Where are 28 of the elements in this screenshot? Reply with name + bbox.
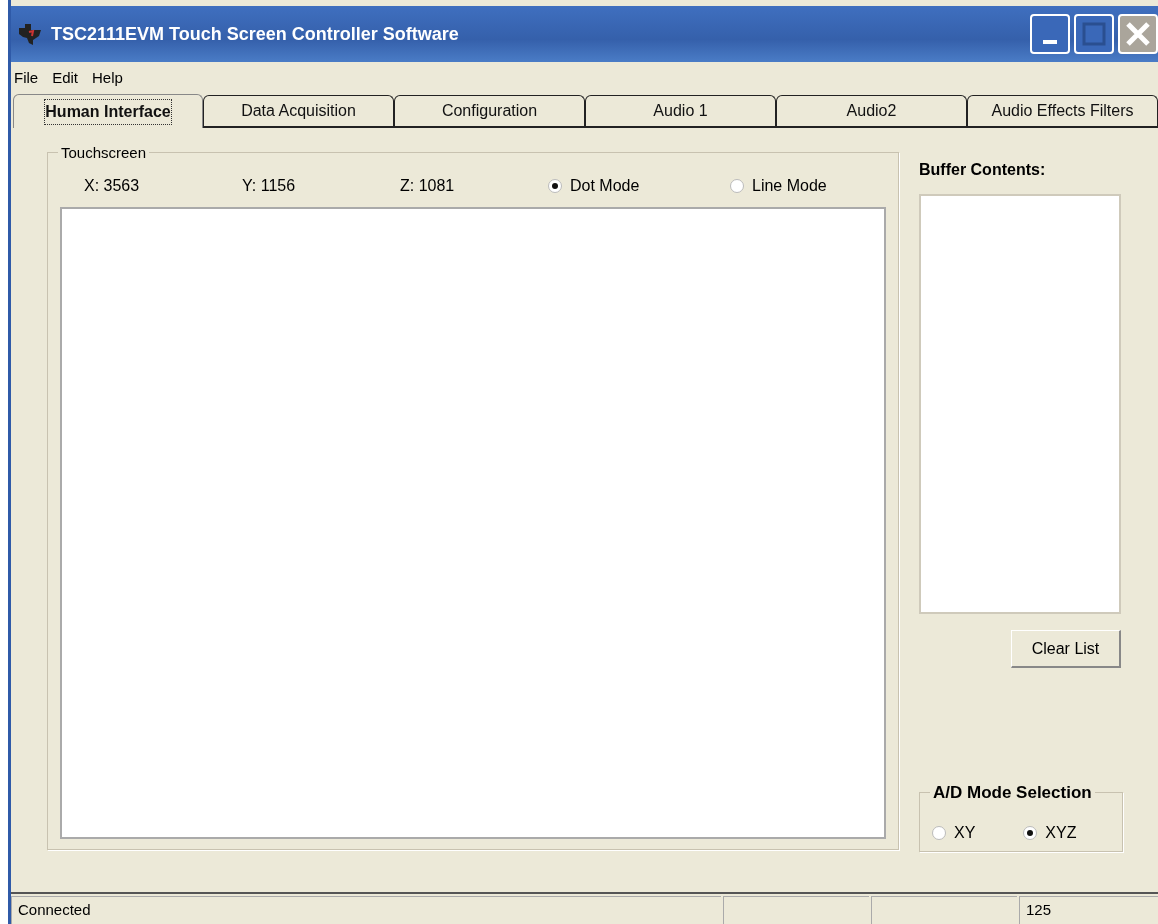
minimize-button[interactable] [1030,14,1070,54]
maximize-button[interactable] [1074,14,1114,54]
tab[interactable]: Audio2 [776,95,967,126]
close-icon [1125,21,1151,47]
tab[interactable]: Audio Effects Filters [967,95,1158,126]
radio-button[interactable]: Dot Mode [548,174,730,198]
radio-button[interactable]: XY [932,815,976,851]
tab[interactable]: Data Acquisition [203,95,394,126]
coordinate-readout: Y: 1156 [242,176,297,196]
tab[interactable]: Configuration [394,95,585,126]
maximize-icon [1082,22,1106,46]
menu-item[interactable]: Edit [52,66,79,90]
status-value: 125 [1019,896,1158,924]
buffer-label: Buffer Contents: [919,160,1047,180]
coordinate-readout: Z: 1081 [400,176,456,196]
menu-item[interactable]: File [14,66,39,90]
window-title: TSC2111EVM Touch Screen Controller Software [51,22,459,46]
coordinate-readout: X: 3563 [84,176,141,196]
list-box[interactable] [919,194,1121,614]
menu-item[interactable]: Help [92,66,123,90]
tab[interactable]: Audio 1 [585,95,776,126]
radio-button[interactable]: Line Mode [730,174,827,198]
tab[interactable]: Human Interface [13,94,203,128]
clear-list-button[interactable]: Clear List [1011,630,1121,668]
minimize-icon [1043,40,1057,44]
status-text: Connected [11,896,721,924]
radio-button[interactable]: XYZ [1023,815,1077,851]
logo-icon [17,22,43,46]
